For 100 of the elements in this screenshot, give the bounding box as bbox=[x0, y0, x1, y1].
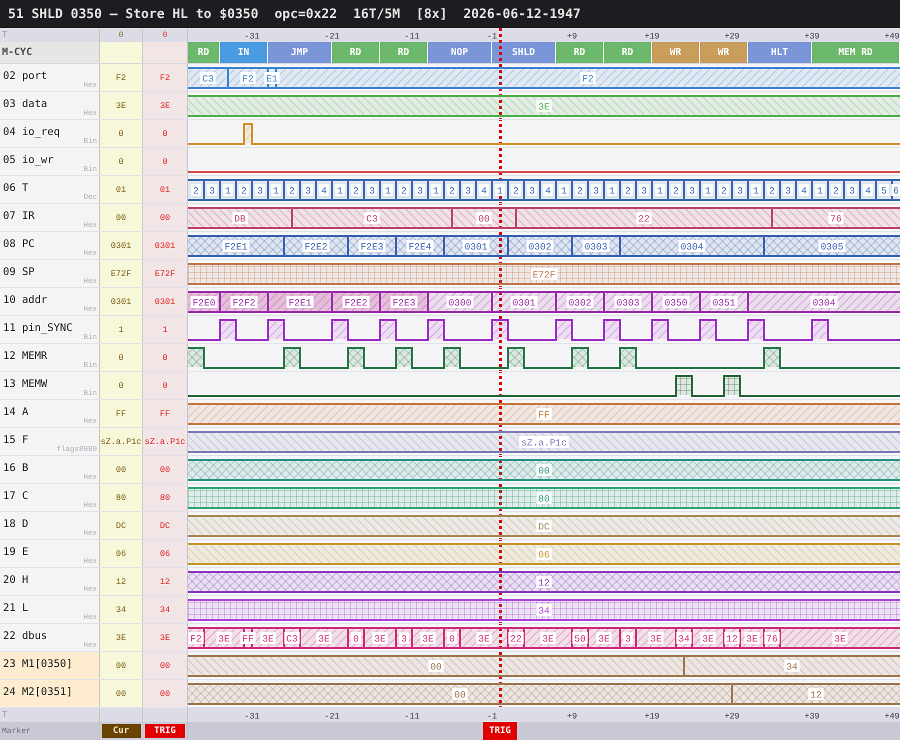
segment-value: F2E2 bbox=[342, 296, 370, 308]
opcode-label: opc=0x22 bbox=[274, 6, 338, 22]
segment-value: 0303 bbox=[614, 296, 642, 308]
segment-value: 2 bbox=[831, 184, 841, 196]
segment-value: 00 bbox=[536, 464, 552, 476]
segment-value: 3 bbox=[783, 184, 793, 196]
trigger-value: 0301 bbox=[154, 296, 176, 306]
segment-value: F2E1 bbox=[286, 296, 314, 308]
segment-value: 06 bbox=[536, 548, 552, 560]
trigger-value: E72F bbox=[154, 268, 176, 278]
signal-name: 15 F bbox=[3, 434, 28, 446]
cursor-value: 12 bbox=[116, 576, 126, 586]
segment-value: 0302 bbox=[566, 296, 594, 308]
cursor-value: 00 bbox=[116, 660, 126, 670]
segment-value: 0301 bbox=[462, 240, 490, 252]
trigger-value: 06 bbox=[160, 548, 170, 558]
cursor-value: 0 bbox=[118, 128, 124, 138]
segment-value: 0304 bbox=[678, 240, 706, 252]
signal-name: 12 MEMR bbox=[3, 350, 48, 362]
signal-name: 02 port bbox=[3, 70, 48, 82]
tick-label: +9 bbox=[566, 32, 578, 42]
tick-label: -31 bbox=[244, 32, 260, 42]
segment-value: 3E bbox=[596, 632, 612, 644]
m-cycle-block: RD bbox=[332, 42, 380, 63]
segment-value: 0304 bbox=[810, 296, 838, 308]
segment-value: 3 bbox=[399, 632, 409, 644]
segment-value: 5 bbox=[879, 184, 889, 196]
trigger-marker[interactable]: TRIG bbox=[483, 722, 517, 740]
segment-value: F2E0 bbox=[190, 296, 218, 308]
signal-name: 18 D bbox=[3, 518, 28, 530]
cursor-value: 3E bbox=[116, 100, 126, 110]
segment-value: F2E3 bbox=[390, 296, 418, 308]
trigger-value: 00 bbox=[160, 464, 170, 474]
segment-value: 3E bbox=[316, 632, 332, 644]
segment-value: 2 bbox=[767, 184, 777, 196]
signal-name: 14 A bbox=[3, 406, 28, 418]
m-cycle-block: RD bbox=[380, 42, 428, 63]
pulse-fill bbox=[188, 349, 204, 367]
segment-value: 34 bbox=[536, 604, 552, 616]
m-cycle-block: WR bbox=[700, 42, 748, 63]
trigger-value: 12 bbox=[160, 576, 170, 586]
segment-value: 22 bbox=[508, 632, 524, 644]
segment-value: 3E bbox=[832, 632, 848, 644]
segment-value: 3 bbox=[527, 184, 537, 196]
m-cycle-block: NOP bbox=[428, 42, 492, 63]
segment-value: 80 bbox=[536, 492, 552, 504]
segment-value: 1 bbox=[223, 184, 233, 196]
signal-name: 06 T bbox=[3, 182, 28, 194]
cursor-value: FF bbox=[116, 408, 126, 418]
segment-value: C3 bbox=[284, 632, 300, 644]
tick-label: +19 bbox=[644, 712, 660, 722]
signal-name: 07 IR bbox=[3, 210, 35, 222]
m-cycle-header: M-CYC bbox=[0, 42, 100, 63]
cursor-value: 0 bbox=[118, 156, 124, 166]
segment-value: 0350 bbox=[662, 296, 690, 308]
signal-name: 13 MEMW bbox=[3, 378, 48, 390]
trigger-value: FF bbox=[160, 408, 170, 418]
segment-value: 3 bbox=[207, 184, 217, 196]
segment-value: 3E bbox=[648, 632, 664, 644]
cursor-value: 01 bbox=[116, 184, 126, 194]
m-cycle-block: RD bbox=[556, 42, 604, 63]
segment-value: 2 bbox=[239, 184, 249, 196]
trigger-column-header: 0 bbox=[162, 30, 168, 40]
signal-name: 08 PC bbox=[3, 238, 35, 250]
tick-label: -21 bbox=[324, 712, 340, 722]
cursor-column-header: 0 bbox=[118, 30, 124, 40]
instruction-title: 51 SHLD 0350 — Store HL to $0350 bbox=[8, 6, 258, 22]
m-cycle-block: RD bbox=[604, 42, 652, 63]
segment-value: F2 bbox=[240, 72, 256, 84]
trigger-value: 80 bbox=[160, 492, 170, 502]
cursor-value: 80 bbox=[116, 492, 126, 502]
cursor-value: 06 bbox=[116, 548, 126, 558]
tick-label: +29 bbox=[724, 712, 740, 722]
segment-value: 1 bbox=[815, 184, 825, 196]
cursor-value: 3E bbox=[116, 632, 126, 642]
segment-value: 0301 bbox=[510, 296, 538, 308]
trigger-value: 0301 bbox=[154, 240, 176, 250]
segment-value: 3 bbox=[687, 184, 697, 196]
trigger-value: 3E bbox=[160, 632, 170, 642]
segment-value: 2 bbox=[287, 184, 297, 196]
signal-name: 23 M1[0350] bbox=[3, 658, 73, 670]
segment-value: 0302 bbox=[526, 240, 554, 252]
trigger-value: 00 bbox=[160, 212, 170, 222]
segment-value: E1 bbox=[264, 72, 280, 84]
trigger-value: 0 bbox=[162, 128, 168, 138]
signal-name: 19 E bbox=[3, 546, 28, 558]
tick-label: +9 bbox=[566, 712, 578, 722]
segment-value: 1 bbox=[383, 184, 393, 196]
cursor-value: 00 bbox=[116, 212, 126, 222]
segment-value: 0305 bbox=[818, 240, 846, 252]
segment-value: 2 bbox=[191, 184, 201, 196]
tick-label: -21 bbox=[324, 32, 340, 42]
segment-value: 0300 bbox=[446, 296, 474, 308]
segment-value: 4 bbox=[319, 184, 329, 196]
segment-value: 3E bbox=[420, 632, 436, 644]
tick-label: +39 bbox=[804, 712, 820, 722]
segment-value: 00 bbox=[428, 660, 444, 672]
segment-value: 3E bbox=[744, 632, 760, 644]
segment-value: 2 bbox=[719, 184, 729, 196]
segment-value: 76 bbox=[828, 212, 844, 224]
